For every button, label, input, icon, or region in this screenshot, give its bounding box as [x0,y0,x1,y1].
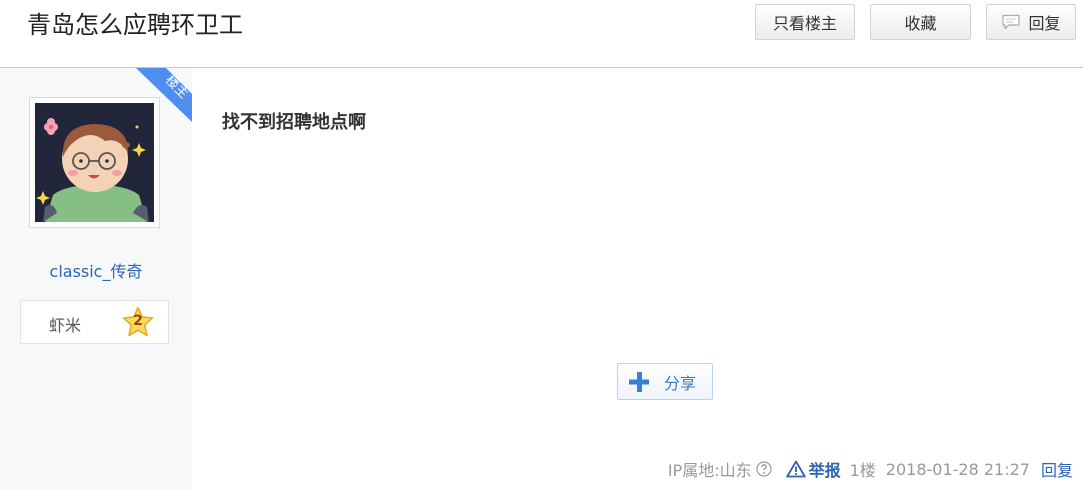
ip-location: IP属地:山东 [667,461,752,480]
plus-icon [629,371,649,392]
author-username[interactable]: classic_传奇 [0,258,192,282]
level-star-icon: 2 [121,306,155,338]
report-label: 举报 [808,461,841,480]
thread-header: 青岛怎么应聘环卫工 只看楼主 收藏 回复 [0,0,1083,68]
post-footer: IP属地:山东 举报 1楼 2018-01-28 21:27 回复 [667,457,1073,481]
floor-reply-link[interactable]: 回复 [1041,457,1073,481]
reply-button[interactable]: 回复 [986,4,1076,40]
warning-icon [785,460,806,478]
level-name: 虾米 [49,316,82,335]
post-time: 2018-01-28 21:27 [885,459,1030,479]
report-link[interactable]: 举报 [785,457,841,481]
share-label: 分享 [664,373,697,393]
user-level[interactable]: 虾米 2 [20,300,169,344]
speech-bubble-icon [1001,14,1021,30]
question-icon[interactable] [755,461,772,477]
share-button[interactable]: 分享 [617,363,713,400]
thread-title: 青岛怎么应聘环卫工 [27,11,243,39]
post-content: 找不到招聘地点啊 [222,112,366,133]
floor-number: 1楼 [849,461,876,480]
reply-button-label: 回复 [1028,14,1061,33]
level-number: 2 [133,313,143,329]
avatar[interactable] [29,97,160,228]
only-op-button[interactable]: 只看楼主 [755,4,855,40]
favorite-button[interactable]: 收藏 [870,4,971,40]
